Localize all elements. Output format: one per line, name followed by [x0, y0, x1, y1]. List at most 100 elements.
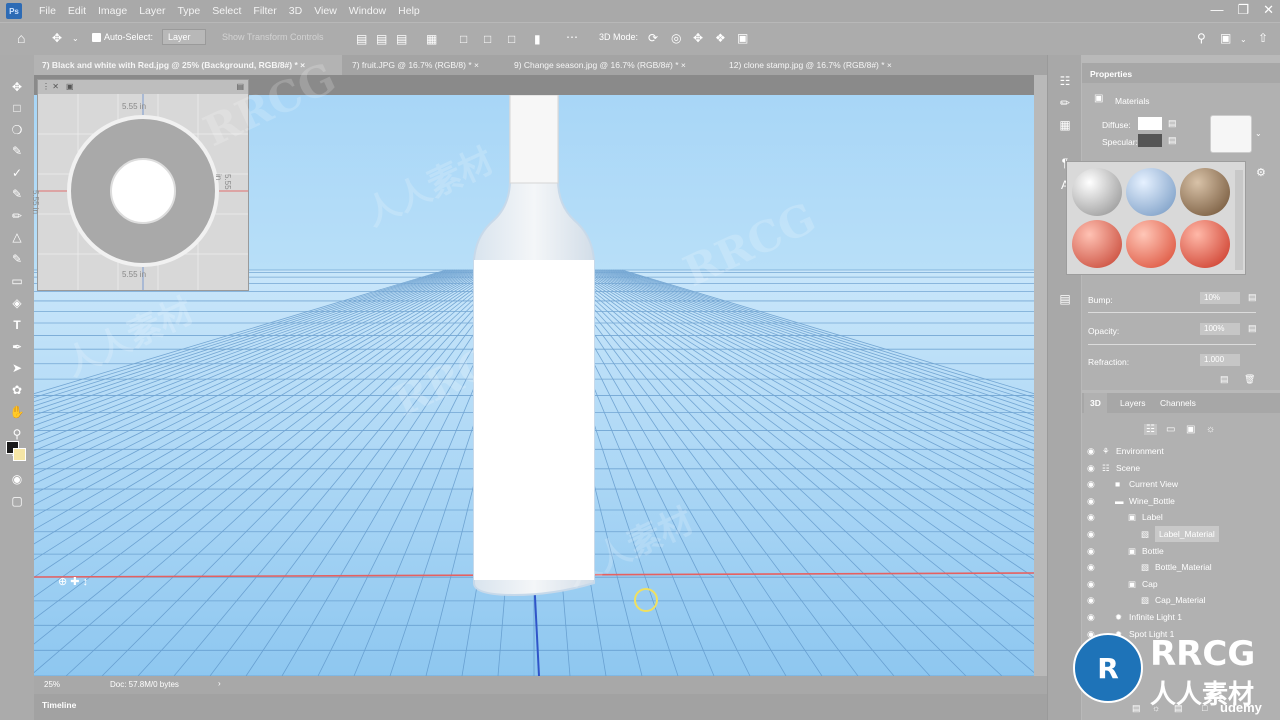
scale-3d-icon[interactable]: ▣ [737, 32, 748, 44]
layer-row[interactable]: ◉ ▧ Cap_Material [1082, 592, 1280, 608]
menu-type[interactable]: Type [177, 5, 200, 17]
layer-row[interactable]: ◉ ▧ Bottle_Material [1082, 559, 1280, 575]
bump-slider[interactable] [1088, 312, 1256, 313]
diffuse-color-swatch[interactable] [1138, 117, 1162, 130]
chevron-down-icon[interactable]: ⌄ [1255, 129, 1262, 138]
tab-document[interactable]: 7) Black and white with Red.jpg @ 25% (B… [34, 55, 342, 75]
align-bottom-icon[interactable]: □ [508, 33, 515, 45]
quick-mask-icon[interactable]: ◉ [8, 471, 26, 487]
visibility-eye-icon[interactable]: ◉ [1087, 592, 1095, 608]
path-select-tool-icon[interactable]: ➤ [8, 360, 26, 376]
menu-select[interactable]: Select [212, 5, 241, 17]
eyedropper-tool-icon[interactable]: ✓ [8, 165, 26, 181]
material-swatch[interactable] [1072, 168, 1122, 216]
background-color-swatch[interactable] [13, 448, 26, 461]
align-right-icon[interactable]: ▤ [396, 33, 407, 45]
zoom-level[interactable]: 25% [44, 680, 60, 689]
chevron-right-icon[interactable]: › [218, 679, 221, 688]
material-swatch[interactable] [1180, 220, 1230, 268]
layer-row[interactable]: ◉ ■ Current View [1082, 476, 1280, 492]
layer-row[interactable]: ◉ ✹ Infinite Light 1 [1082, 609, 1280, 625]
screen-mode-icon[interactable]: ▢ [8, 493, 26, 509]
type-tool-icon[interactable]: T [8, 317, 26, 333]
lights-filter-icon[interactable]: ☼ [1206, 424, 1215, 435]
layer-row[interactable]: ◉ ▬ Wine_Bottle [1082, 493, 1280, 509]
slide-3d-icon[interactable]: ❖ [715, 32, 726, 44]
tab-channels[interactable]: Channels [1154, 393, 1202, 413]
texture-menu-icon[interactable]: ▤ [1168, 118, 1177, 129]
meshes-filter-icon[interactable]: ▭ [1166, 424, 1175, 435]
visibility-eye-icon[interactable]: ◉ [1087, 476, 1095, 492]
gear-icon[interactable]: ⚙ [1256, 166, 1266, 179]
view-menu-icon[interactable]: ▣ [66, 82, 74, 91]
bump-value[interactable]: 10% [1200, 292, 1240, 304]
tab-layers[interactable]: Layers [1114, 393, 1152, 413]
roll-3d-icon[interactable]: ◎ [671, 32, 681, 44]
trash-icon[interactable]: 🗑 [1244, 374, 1255, 385]
opacity-slider[interactable] [1088, 344, 1256, 345]
opacity-value[interactable]: 100% [1200, 323, 1240, 335]
minimize-icon[interactable]: — [1210, 2, 1223, 18]
visibility-eye-icon[interactable]: ◉ [1087, 559, 1095, 575]
tab-document[interactable]: 9) Change season.jpg @ 16.7% (RGB/8#) * … [506, 55, 716, 75]
texture-menu-icon[interactable]: ▤ [1248, 292, 1257, 303]
specular-color-swatch[interactable] [1138, 134, 1162, 147]
workspace-icon[interactable]: ▣ [1220, 32, 1231, 44]
layer-row[interactable]: ◉ ▣ Cap [1082, 576, 1280, 592]
shape-tool-icon[interactable]: ✿ [8, 382, 26, 398]
auto-select-checkbox[interactable] [92, 33, 101, 42]
tab-document[interactable]: 12) clone stamp.jpg @ 16.7% (RGB/8#) * × [721, 55, 921, 75]
more-options-icon[interactable]: ⋯ [566, 31, 578, 43]
layer-row[interactable]: ◉ ☷ Scene [1082, 460, 1280, 476]
panel-header[interactable]: ⋮ ✕ ▣ ▤ [38, 80, 248, 94]
auto-select-dropdown[interactable]: Layer [162, 29, 206, 45]
properties-tab[interactable]: Properties [1082, 63, 1280, 83]
visibility-eye-icon[interactable]: ◉ [1087, 509, 1095, 525]
popup-scrollbar[interactable] [1235, 170, 1243, 270]
orbit-3d-icon[interactable]: ⟳ [648, 32, 658, 44]
menu-layer[interactable]: Layer [139, 5, 165, 17]
share-icon[interactable]: ⇧ [1258, 32, 1268, 44]
tab-document[interactable]: 7) fruit.JPG @ 16.7% (RGB/8) * × [344, 55, 504, 75]
pen-tool-icon[interactable]: ✒ [8, 339, 26, 355]
refraction-value[interactable]: 1.000 [1200, 354, 1240, 366]
visibility-eye-icon[interactable]: ◉ [1087, 443, 1095, 459]
pan-3d-icon[interactable]: ✥ [693, 32, 703, 44]
visibility-eye-icon[interactable]: ◉ [1087, 460, 1095, 476]
menu-filter[interactable]: Filter [253, 5, 276, 17]
paint-bucket-tool-icon[interactable]: ◈ [8, 295, 26, 311]
menu-window[interactable]: Window [349, 5, 386, 17]
align-left-icon[interactable]: ▤ [356, 33, 367, 45]
material-swatch[interactable] [1180, 168, 1230, 216]
menu-image[interactable]: Image [98, 5, 127, 17]
visibility-eye-icon[interactable]: ◉ [1087, 609, 1095, 625]
layer-row[interactable]: ◉ ▣ Bottle [1082, 543, 1280, 559]
visibility-eye-icon[interactable]: ◉ [1087, 526, 1095, 542]
search-icon[interactable]: ⚲ [1197, 32, 1206, 44]
folder-icon[interactable]: ▤ [1168, 135, 1177, 146]
align-top-icon[interactable]: □ [460, 33, 467, 45]
layer-row[interactable]: ◉ ▧ Label_Material [1082, 526, 1280, 542]
adjustments-panel-icon[interactable]: ▦ [1056, 117, 1074, 133]
whole-scene-filter-icon[interactable]: ☷ [1144, 424, 1157, 435]
menu-file[interactable]: File [39, 5, 56, 17]
close-icon[interactable]: ✕ [1263, 2, 1274, 18]
visibility-eye-icon[interactable]: ◉ [1087, 543, 1095, 559]
timeline-title[interactable]: Timeline [42, 700, 76, 710]
move-tool-icon[interactable]: ✥ [8, 79, 26, 95]
render-icon[interactable]: ▤ [1220, 374, 1229, 385]
layer-row[interactable]: ◉ ⚘ Environment [1082, 443, 1280, 459]
chevron-down-icon[interactable]: ⌄ [72, 33, 79, 45]
lasso-tool-icon[interactable]: ❍ [8, 122, 26, 138]
folder-icon[interactable]: ▤ [1248, 323, 1257, 334]
history-panel-icon[interactable]: ☷ [1056, 73, 1074, 89]
distribute-icon[interactable]: ▦ [426, 33, 437, 45]
menu-view[interactable]: View [314, 5, 337, 17]
eraser-tool-icon[interactable]: ▭ [8, 273, 26, 289]
hand-tool-icon[interactable]: ✋ [8, 404, 26, 420]
menu-edit[interactable]: Edit [68, 5, 86, 17]
layer-row[interactable]: ◉ ▣ Label [1082, 509, 1280, 525]
material-swatch[interactable] [1126, 220, 1176, 268]
quick-select-tool-icon[interactable]: ✎ [8, 143, 26, 159]
menu-3d[interactable]: 3D [289, 5, 302, 17]
